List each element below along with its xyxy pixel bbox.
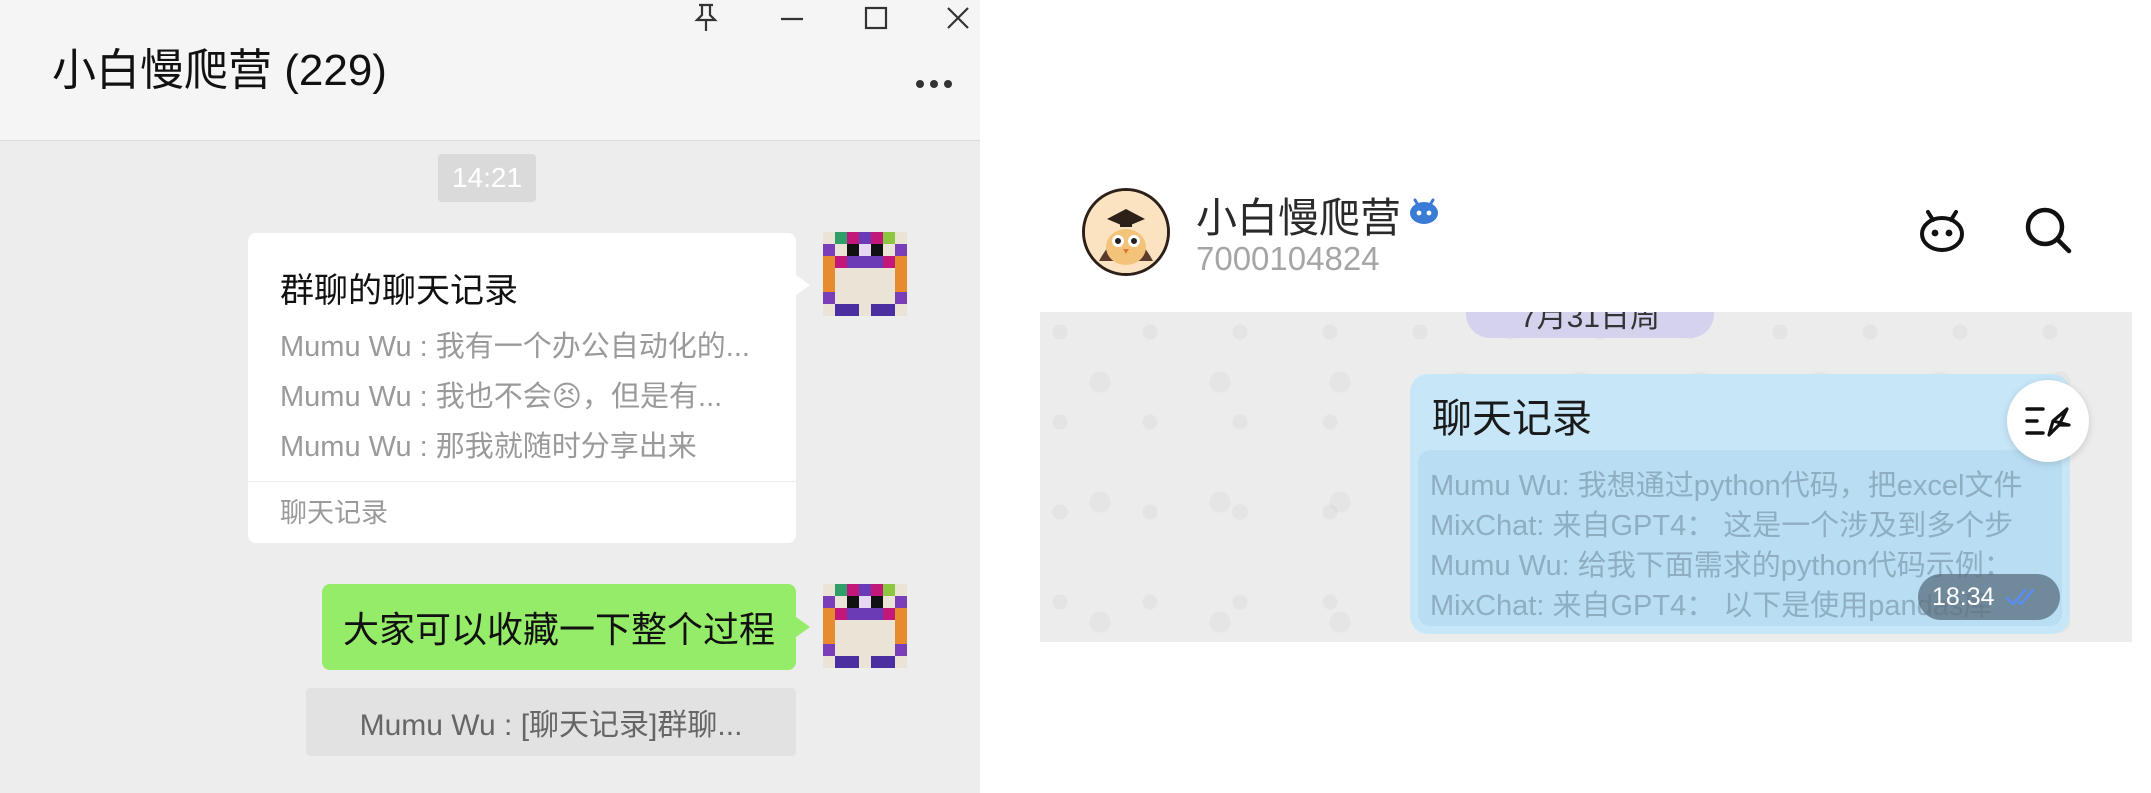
- double-check-icon: [2005, 588, 2034, 606]
- pin-icon[interactable]: [676, 0, 736, 36]
- record-line: Mumu Wu: 我想通过python代码，把excel文件: [1430, 470, 2023, 502]
- group-id: 7000104824: [1196, 240, 1380, 277]
- date-chip: 7月31日周: [1466, 312, 1714, 338]
- card-title: 群聊的聊天记录: [280, 272, 518, 310]
- wechat-header: 小白慢爬营 (229): [0, 0, 980, 141]
- message-time: 18:34: [1918, 574, 2060, 620]
- close-icon[interactable]: [928, 0, 980, 36]
- record-line: Mumu Wu: 给我下面需求的python代码示例：: [1430, 550, 2013, 582]
- time-label: 18:34: [1932, 582, 1995, 611]
- avatar[interactable]: [823, 584, 907, 668]
- telegram-chat-panel: 小白慢爬营 7000104824 7月31日周 聊天记录 Mumu Wu: 我想…: [1040, 160, 2132, 642]
- chat-record-bubble[interactable]: 聊天记录 Mumu Wu: 我想通过python代码，把excel文件 MixC…: [1410, 374, 2070, 634]
- more-icon[interactable]: [904, 66, 964, 106]
- forward-icon[interactable]: [2007, 380, 2089, 462]
- record-line: MixChat: 来自GPT4： 这是一个涉及到多个步: [1430, 510, 2014, 542]
- card-line: Mumu Wu : 我也不会😣，但是有...: [280, 381, 723, 413]
- chat-area[interactable]: 7月31日周 聊天记录 Mumu Wu: 我想通过python代码，把excel…: [1040, 312, 2132, 642]
- maximize-icon[interactable]: [846, 0, 906, 36]
- search-icon[interactable]: [2018, 200, 2078, 260]
- group-avatar[interactable]: [1082, 188, 1170, 276]
- card-footer: 聊天记录: [280, 498, 388, 528]
- chat-title: 小白慢爬营 (229): [52, 46, 387, 95]
- avatar[interactable]: [823, 232, 907, 316]
- bubble-title: 聊天记录: [1432, 397, 1592, 441]
- wechat-window: 小白慢爬营 (229) 14:21 群聊的聊天记录 Mumu Wu : 我有一个…: [0, 0, 980, 793]
- card-line: Mumu Wu : 那我就随时分享出来: [280, 431, 697, 463]
- chat-record-card[interactable]: 群聊的聊天记录 Mumu Wu : 我有一个办公自动化的... Mumu Wu …: [248, 233, 810, 543]
- group-name: 小白慢爬营: [1196, 195, 1401, 241]
- quoted-message[interactable]: Mumu Wu : [聊天记录]群聊...: [306, 688, 796, 756]
- bot-badge-icon: [1406, 194, 1442, 231]
- card-divider: [248, 481, 796, 482]
- record-line: MixChat: 来自GPT4： 以下是使用pandas库: [1430, 590, 1993, 622]
- message-timestamp: 14:21: [438, 154, 536, 202]
- card-line: Mumu Wu : 我有一个办公自动化的...: [280, 331, 750, 363]
- sent-message-bubble[interactable]: 大家可以收藏一下整个过程: [322, 584, 810, 670]
- minimize-icon[interactable]: [762, 0, 822, 36]
- bot-icon[interactable]: [1912, 200, 1972, 260]
